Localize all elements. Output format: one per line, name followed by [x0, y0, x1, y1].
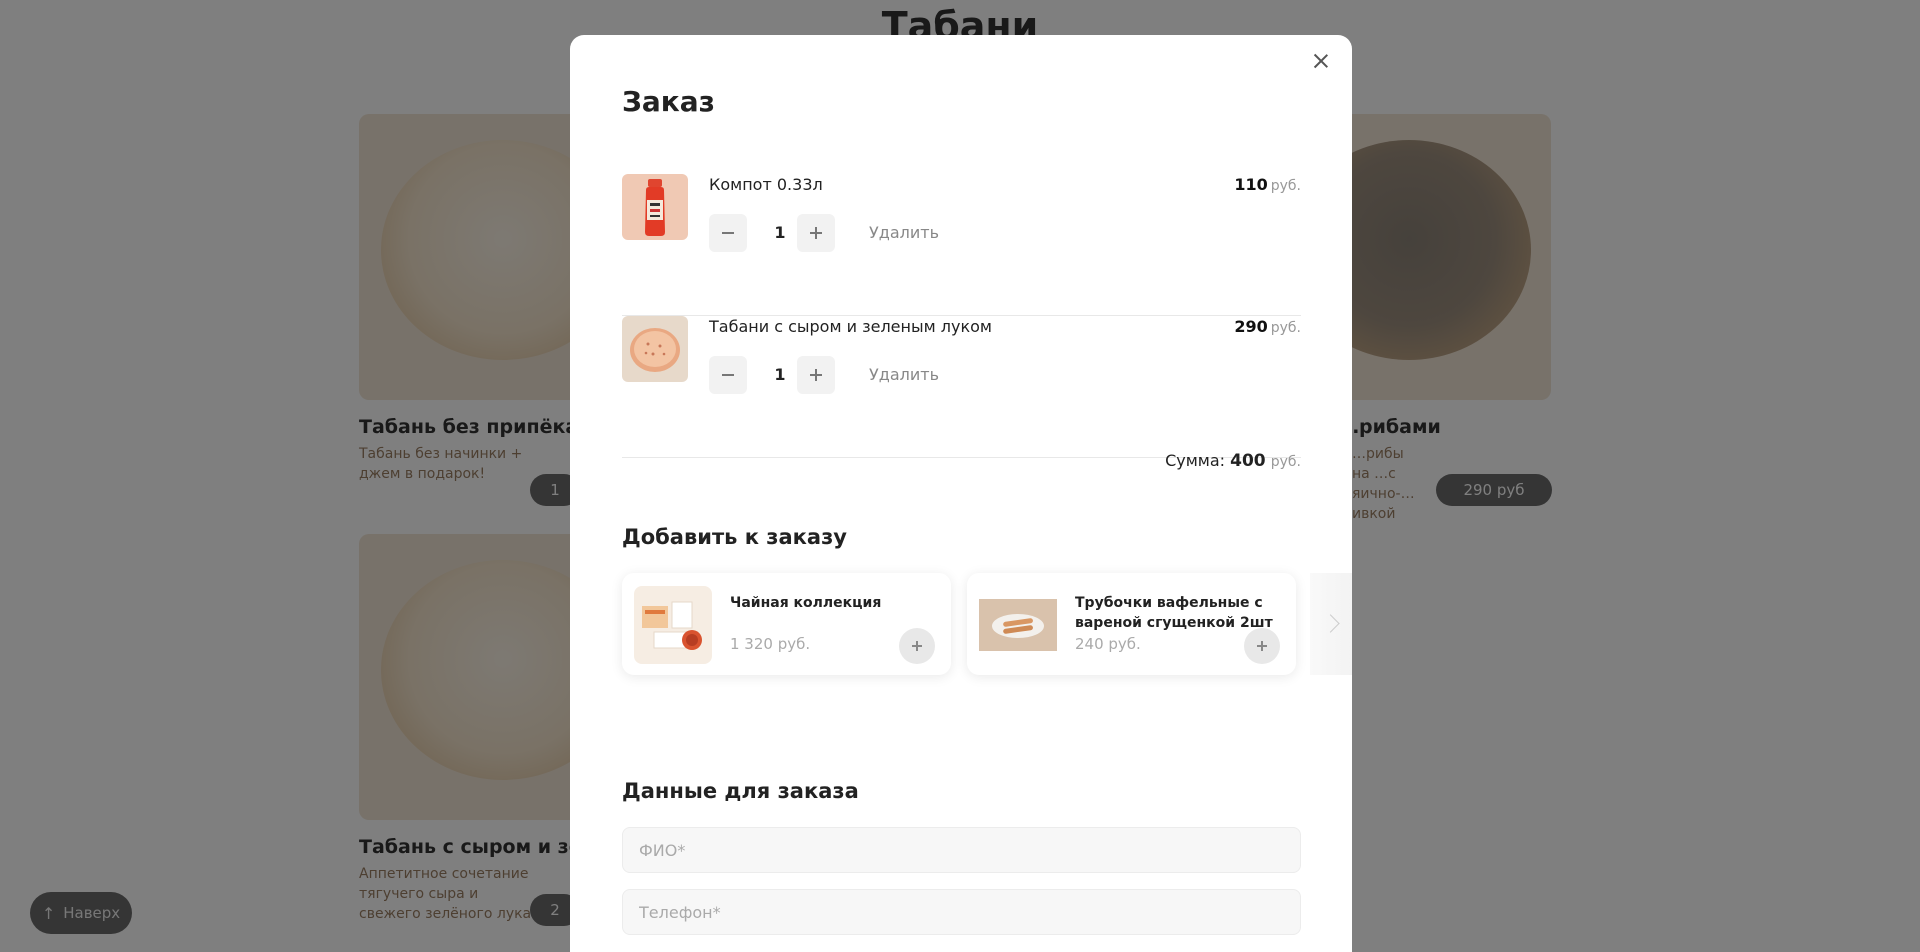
increase-quantity-button[interactable] — [797, 356, 835, 394]
phone-input[interactable] — [622, 889, 1301, 935]
cart-item: Табани с сыром и зеленым луком 290 руб. 1… — [622, 316, 1301, 458]
increase-quantity-button[interactable] — [797, 214, 835, 252]
addon-name: Чайная коллекция — [730, 595, 882, 611]
decrease-quantity-button[interactable] — [709, 214, 747, 252]
remove-item-button[interactable]: Удалить — [869, 356, 939, 394]
order-total: Сумма: 400 руб. — [1165, 451, 1301, 471]
remove-item-button[interactable]: Удалить — [869, 214, 939, 252]
addon-name: Трубочки вафельные с вареной сгущенкой 2… — [1075, 595, 1273, 631]
item-price-value: 290 — [1234, 317, 1268, 336]
addon-price: 240 руб. — [1075, 635, 1141, 653]
full-name-input[interactable] — [622, 827, 1301, 873]
item-name: Компот 0.33л — [709, 175, 823, 194]
addon-card[interactable]: Чайная коллекция 1 320 руб. — [622, 573, 951, 675]
addon-image — [979, 586, 1057, 664]
item-price: 290 руб. — [1234, 317, 1301, 336]
order-form-title: Данные для заказа — [622, 779, 859, 803]
chevron-right-icon[interactable] — [1310, 573, 1352, 675]
modal-title: Заказ — [622, 85, 715, 118]
item-image — [622, 174, 688, 240]
total-label: Сумма: — [1165, 451, 1226, 470]
quantity-value: 1 — [774, 365, 786, 384]
quantity-value: 1 — [774, 223, 786, 242]
total-value: 400 — [1230, 451, 1266, 471]
order-modal: Заказ Компот 0.33л 110 руб. 1 Удалить Та… — [570, 35, 1352, 952]
plus-icon[interactable] — [899, 628, 935, 664]
addon-card[interactable]: Трубочки вафельные с вареной сгущенкой 2… — [967, 573, 1296, 675]
cart-item: Компот 0.33л 110 руб. 1 Удалить — [622, 174, 1301, 316]
plus-icon[interactable] — [1244, 628, 1280, 664]
addon-image — [634, 586, 712, 664]
close-icon[interactable] — [1310, 50, 1332, 72]
total-currency: руб. — [1270, 454, 1301, 470]
item-price-currency: руб. — [1270, 320, 1301, 336]
item-price: 110 руб. — [1234, 175, 1301, 194]
item-name: Табани с сыром и зеленым луком — [709, 317, 992, 336]
item-image — [622, 316, 688, 382]
item-price-currency: руб. — [1270, 178, 1301, 194]
addon-price: 1 320 руб. — [730, 635, 811, 653]
addons-title: Добавить к заказу — [622, 525, 847, 549]
item-price-value: 110 — [1234, 175, 1268, 194]
decrease-quantity-button[interactable] — [709, 356, 747, 394]
